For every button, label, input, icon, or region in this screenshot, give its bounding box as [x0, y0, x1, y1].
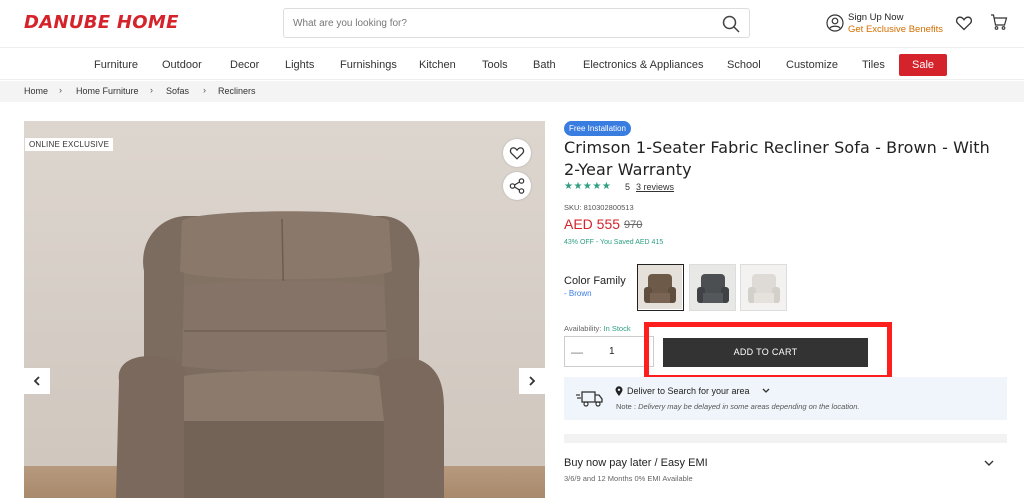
swatch-grey-recliner-image: [690, 265, 735, 310]
emi-title[interactable]: Buy now pay later / Easy EMI: [564, 457, 708, 469]
breadcrumb-home[interactable]: Home: [24, 86, 48, 96]
free-installation-badge: Free Installation: [564, 121, 631, 136]
breadcrumb-chevron-icon: ›: [203, 85, 206, 95]
quantity-stepper[interactable]: — 1: [564, 336, 654, 367]
color-swatch-brown[interactable]: [637, 264, 684, 311]
breadcrumb-home-furniture[interactable]: Home Furniture: [76, 86, 139, 96]
availability-value: In Stock: [603, 324, 631, 333]
nav-sale-button[interactable]: Sale: [899, 54, 947, 76]
category-nav: Furniture Outdoor Decor Lights Furnishin…: [0, 49, 1024, 80]
delivery-note: Note : Delivery may be delayed in some a…: [616, 402, 860, 411]
user-icon[interactable]: [826, 14, 844, 32]
chevron-down-icon[interactable]: [762, 388, 770, 394]
nav-item-furnishings[interactable]: Furnishings: [340, 59, 397, 71]
quantity-decrease-button[interactable]: —: [571, 345, 583, 359]
emi-subtitle: 3/6/9 and 12 Months 0% EMI Available: [564, 474, 693, 483]
highlight-box: [644, 322, 892, 380]
color-swatch-dark-grey[interactable]: [689, 264, 736, 311]
breadcrumb: Home › Home Furniture › Sofas › Recliner…: [0, 81, 1024, 102]
delivery-panel: Deliver to Search for your area Note : D…: [564, 377, 1007, 420]
nav-item-decor[interactable]: Decor: [230, 59, 259, 71]
reviews-link[interactable]: 3 reviews: [636, 182, 674, 192]
online-exclusive-badge: ONLINE EXCLUSIVE: [25, 138, 114, 151]
quantity-value[interactable]: 1: [609, 346, 615, 357]
swatch-cream-recliner-image: [741, 265, 786, 310]
nav-item-kitchen[interactable]: Kitchen: [419, 59, 456, 71]
nav-item-electronics-appliances[interactable]: Electronics & Appliances: [583, 59, 703, 71]
chevron-left-icon: [33, 376, 40, 386]
delivery-note-label: Note :: [616, 402, 637, 411]
color-family-value: - Brown: [564, 289, 592, 298]
search-input[interactable]: [284, 9, 704, 37]
nav-item-tools[interactable]: Tools: [482, 59, 508, 71]
delivery-note-text: Delivery may be delayed in some areas de…: [638, 402, 860, 411]
add-to-wishlist-button[interactable]: [503, 139, 531, 167]
nav-item-school[interactable]: School: [727, 59, 761, 71]
swatch-brown-recliner-image: [638, 265, 682, 309]
breadcrumb-chevron-icon: ›: [59, 85, 62, 95]
product-old-price: 970: [624, 219, 643, 231]
nav-item-bath[interactable]: Bath: [533, 59, 556, 71]
search-icon[interactable]: [721, 14, 741, 34]
cart-icon[interactable]: [990, 13, 1008, 31]
product-image-gallery[interactable]: ONLINE EXCLUSIVE: [24, 121, 545, 498]
share-icon: [509, 178, 525, 194]
color-swatch-cream[interactable]: [740, 264, 787, 311]
heart-icon: [509, 147, 525, 160]
search-bar[interactable]: [283, 8, 750, 38]
location-pin-icon: [615, 386, 623, 396]
availability-status: Availability: In Stock: [564, 324, 631, 333]
rating-stars-icon: ★★★★★: [564, 181, 612, 192]
site-header: DANUBE HOME Sign Up Now Get Exclusive Be…: [0, 0, 1024, 48]
emi-chevron-down-icon[interactable]: [984, 460, 994, 467]
section-divider: [564, 434, 1007, 443]
nav-item-outdoor[interactable]: Outdoor: [162, 59, 202, 71]
gallery-prev-button[interactable]: [24, 368, 50, 394]
nav-item-furniture[interactable]: Furniture: [94, 59, 138, 71]
product-price: AED 555: [564, 216, 621, 232]
breadcrumb-sofas[interactable]: Sofas: [166, 86, 189, 96]
gallery-next-button[interactable]: [519, 368, 545, 394]
nav-item-tiles[interactable]: Tiles: [862, 59, 885, 71]
product-title: Crimson 1-Seater Fabric Recliner Sofa - …: [564, 138, 990, 179]
recliner-sofa-image: [116, 211, 444, 498]
chevron-right-icon: [529, 376, 536, 386]
danube-home-logo[interactable]: DANUBE HOME: [24, 12, 179, 33]
signup-benefits: Get Exclusive Benefits: [848, 24, 944, 35]
rating-value: 5: [625, 182, 631, 192]
breadcrumb-recliners: Recliners: [218, 86, 256, 96]
discount-savings: 43% OFF - You Saved AED 415: [564, 239, 664, 246]
availability-label: Availability:: [564, 324, 602, 333]
nav-item-lights[interactable]: Lights: [285, 59, 314, 71]
product-sku: SKU: 810302800513: [564, 203, 634, 212]
color-family-label: Color Family: [564, 275, 626, 287]
share-button[interactable]: [503, 172, 531, 200]
nav-item-customize[interactable]: Customize: [786, 59, 838, 71]
breadcrumb-chevron-icon: ›: [150, 85, 153, 95]
wishlist-heart-icon[interactable]: [955, 14, 973, 32]
deliver-to-area-selector[interactable]: Deliver to Search for your area: [627, 386, 750, 396]
signup-title: Sign Up Now: [848, 12, 904, 23]
signup-link[interactable]: Sign Up Now Get Exclusive Benefits: [848, 12, 943, 36]
delivery-truck-icon: [576, 391, 603, 407]
